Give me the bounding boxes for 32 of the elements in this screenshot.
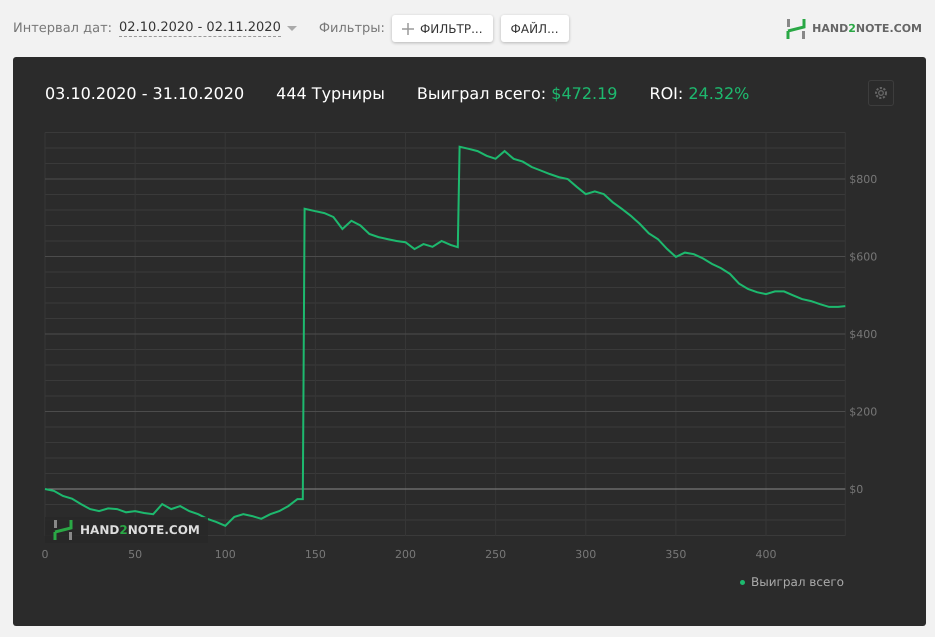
period-text: 03.10.2020 - 31.10.2020 <box>45 84 244 102</box>
x-axis-label: 350 <box>665 548 686 561</box>
gear-icon <box>873 85 889 101</box>
legend-label: Выиграл всего <box>751 575 844 589</box>
add-filter-button[interactable]: ФИЛЬТР... <box>392 15 493 42</box>
settings-button[interactable] <box>868 80 894 106</box>
x-axis-label: 200 <box>395 548 416 561</box>
x-axis-label: 400 <box>756 548 776 561</box>
filters-label: Фильтры: <box>318 21 385 36</box>
logo-icon <box>786 18 806 40</box>
x-axis-label: 50 <box>128 548 142 561</box>
file-button[interactable]: ФАЙЛ... <box>500 15 569 42</box>
x-axis-label: 150 <box>304 548 326 561</box>
roi-text: ROI: 24.32% <box>649 84 750 102</box>
y-axis-label: $200 <box>849 406 878 418</box>
logo-icon <box>53 519 73 541</box>
plus-icon <box>402 22 414 34</box>
x-axis-label: 100 <box>214 548 236 561</box>
y-axis-label: $600 <box>849 250 878 264</box>
caret-icon[interactable] <box>286 26 297 32</box>
date-range-label: Интервал дат: <box>13 21 112 36</box>
y-axis-label: $400 <box>849 328 878 341</box>
date-range-picker[interactable]: 02.10.2020 - 02.11.2020 <box>119 20 281 37</box>
tournament-count: 444 Турниры <box>276 84 385 102</box>
watermark-text: HAND2NOTE.COM <box>80 523 200 537</box>
total-won-text: Выиграл всего: $472.19 <box>416 84 618 102</box>
x-axis-label: 0 <box>42 548 48 561</box>
logo-text: HAND2NOTE.COM <box>812 22 922 35</box>
y-axis-label: $0 <box>849 483 864 496</box>
y-axis-label: $800 <box>849 173 878 186</box>
x-axis-label: 250 <box>485 548 506 561</box>
x-axis-label: 300 <box>575 548 596 561</box>
